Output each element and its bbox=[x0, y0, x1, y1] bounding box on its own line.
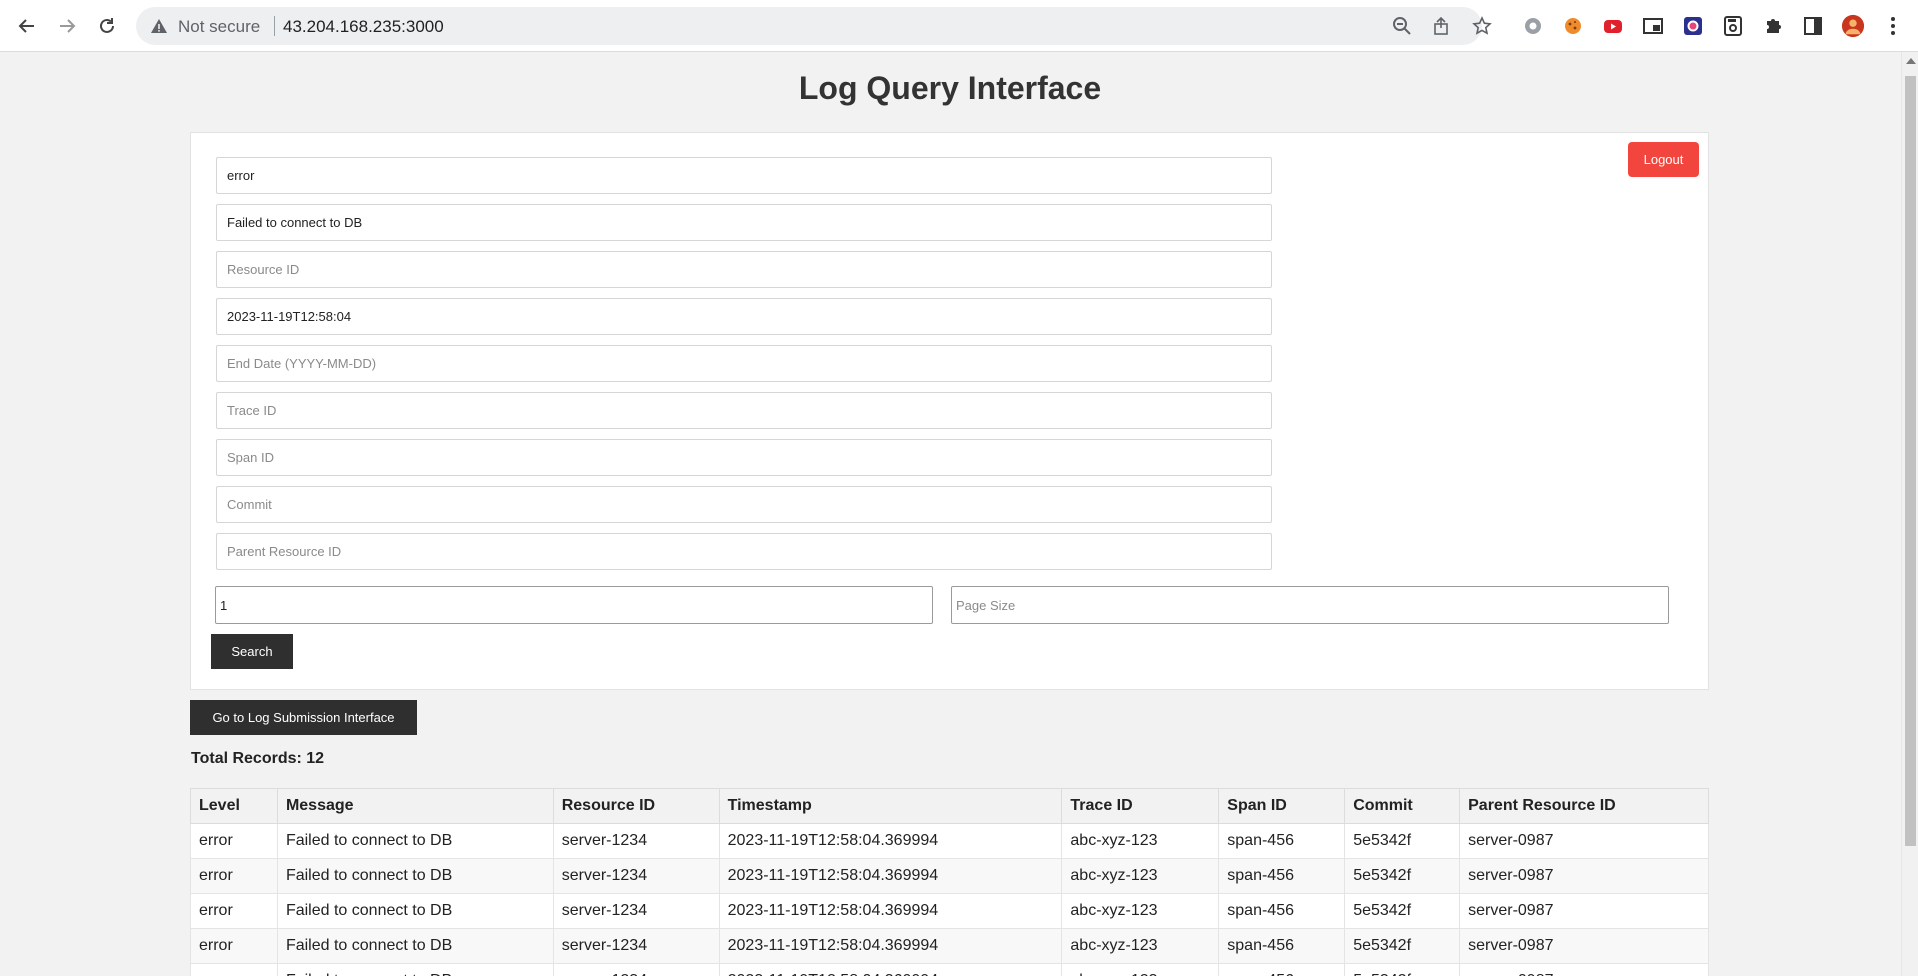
address-bar[interactable]: Not secure 43.204.168.235:3000 bbox=[136, 7, 1492, 45]
cell-commit: 5e5342f bbox=[1344, 928, 1461, 964]
logout-button[interactable]: Logout bbox=[1628, 142, 1699, 177]
cell-message: Failed to connect to DB bbox=[276, 963, 554, 976]
cell-parent-resource-id: server-0987 bbox=[1459, 963, 1709, 976]
side-panel-icon[interactable] bbox=[1801, 14, 1825, 38]
share-icon[interactable] bbox=[1432, 16, 1452, 36]
page-title: Log Query Interface bbox=[798, 70, 1102, 106]
cell-message: Failed to connect to DB bbox=[276, 893, 554, 929]
cell-trace-id: abc-xyz-123 bbox=[1061, 858, 1220, 894]
cell-commit: 5e5342f bbox=[1344, 858, 1461, 894]
address-separator bbox=[274, 16, 275, 36]
log-table: Level Message Resource ID Timestamp Trac… bbox=[190, 788, 1709, 976]
header-span-id: Span ID bbox=[1218, 788, 1346, 824]
gear-extension-icon[interactable] bbox=[1521, 14, 1545, 38]
cell-span-id: span-456 bbox=[1218, 963, 1346, 976]
table-row: error Failed to connect to DB server-123… bbox=[190, 928, 1709, 964]
cell-parent-resource-id: server-0987 bbox=[1459, 893, 1709, 929]
puzzle-extensions-icon[interactable] bbox=[1761, 14, 1785, 38]
cell-span-id: span-456 bbox=[1218, 893, 1346, 929]
resource-id-input[interactable] bbox=[216, 251, 1272, 288]
table-row: error Failed to connect to DB server-123… bbox=[190, 893, 1709, 929]
header-timestamp: Timestamp bbox=[718, 788, 1063, 824]
zoom-icon[interactable] bbox=[1392, 16, 1412, 36]
header-level: Level bbox=[190, 788, 278, 824]
picture-in-picture-icon[interactable] bbox=[1641, 14, 1665, 38]
cell-timestamp: 2023-11-19T12:58:04.369994 bbox=[718, 893, 1063, 929]
cell-timestamp: 2023-11-19T12:58:04.369994 bbox=[718, 823, 1063, 859]
cell-commit: 5e5342f bbox=[1344, 823, 1461, 859]
reload-icon[interactable] bbox=[94, 13, 120, 39]
header-resource-id: Resource ID bbox=[552, 788, 720, 824]
start-date-input[interactable] bbox=[216, 298, 1272, 335]
page-size-input[interactable] bbox=[951, 586, 1669, 624]
cell-span-id: span-456 bbox=[1218, 823, 1346, 859]
header-message: Message bbox=[276, 788, 554, 824]
cell-resource-id: server-1234 bbox=[552, 963, 720, 976]
cell-trace-id: abc-xyz-123 bbox=[1061, 963, 1220, 976]
search-button[interactable]: Search bbox=[211, 634, 293, 669]
cell-level: error bbox=[190, 858, 278, 894]
cell-trace-id: abc-xyz-123 bbox=[1061, 928, 1220, 964]
parent-resource-id-input[interactable] bbox=[216, 533, 1272, 570]
cell-parent-resource-id: server-0987 bbox=[1459, 928, 1709, 964]
cell-parent-resource-id: server-0987 bbox=[1459, 823, 1709, 859]
cookie-extension-icon[interactable] bbox=[1561, 14, 1585, 38]
back-icon[interactable] bbox=[14, 13, 40, 39]
forward-icon[interactable] bbox=[54, 13, 80, 39]
cell-timestamp: 2023-11-19T12:58:04.369994 bbox=[718, 928, 1063, 964]
cell-level: error bbox=[190, 963, 278, 976]
total-records: Total Records: 12 bbox=[191, 750, 325, 767]
table-row: error Failed to connect to DB server-123… bbox=[190, 963, 1709, 976]
message-input[interactable] bbox=[216, 204, 1272, 241]
youtube-extension-icon[interactable] bbox=[1601, 14, 1625, 38]
browser-toolbar: Not secure 43.204.168.235:3000 bbox=[0, 0, 1918, 52]
table-row: error Failed to connect to DB server-123… bbox=[190, 858, 1709, 894]
save-extension-icon[interactable] bbox=[1721, 14, 1745, 38]
cell-commit: 5e5342f bbox=[1344, 963, 1461, 976]
cell-message: Failed to connect to DB bbox=[276, 823, 554, 859]
cell-span-id: span-456 bbox=[1218, 858, 1346, 894]
warning-icon bbox=[151, 19, 167, 33]
cell-level: error bbox=[190, 823, 278, 859]
cell-trace-id: abc-xyz-123 bbox=[1061, 823, 1220, 859]
cell-parent-resource-id: server-0987 bbox=[1459, 858, 1709, 894]
level-input[interactable] bbox=[216, 157, 1272, 194]
header-trace-id: Trace ID bbox=[1061, 788, 1220, 824]
star-icon[interactable] bbox=[1472, 16, 1492, 36]
cell-level: error bbox=[190, 893, 278, 929]
url-text[interactable]: 43.204.168.235:3000 bbox=[283, 17, 444, 37]
cell-commit: 5e5342f bbox=[1344, 893, 1461, 929]
commit-input[interactable] bbox=[216, 486, 1272, 523]
cell-level: error bbox=[190, 928, 278, 964]
cell-resource-id: server-1234 bbox=[552, 858, 720, 894]
cell-timestamp: 2023-11-19T12:58:04.369994 bbox=[718, 963, 1063, 976]
profile-avatar[interactable] bbox=[1841, 14, 1865, 38]
trace-id-input[interactable] bbox=[216, 392, 1272, 429]
cell-timestamp: 2023-11-19T12:58:04.369994 bbox=[718, 858, 1063, 894]
header-parent-resource-id: Parent Resource ID bbox=[1459, 788, 1709, 824]
scrollbar-thumb[interactable] bbox=[1905, 76, 1916, 846]
page-number-input[interactable] bbox=[215, 586, 933, 624]
goto-log-submission-button[interactable]: Go to Log Submission Interface bbox=[190, 700, 417, 735]
cell-resource-id: server-1234 bbox=[552, 928, 720, 964]
table-row: error Failed to connect to DB server-123… bbox=[190, 823, 1709, 859]
color-picker-extension-icon[interactable] bbox=[1681, 14, 1705, 38]
menu-icon[interactable] bbox=[1881, 14, 1905, 38]
cell-resource-id: server-1234 bbox=[552, 823, 720, 859]
cell-message: Failed to connect to DB bbox=[276, 928, 554, 964]
header-commit: Commit bbox=[1344, 788, 1461, 824]
cell-trace-id: abc-xyz-123 bbox=[1061, 893, 1220, 929]
cell-resource-id: server-1234 bbox=[552, 893, 720, 929]
table-header-row: Level Message Resource ID Timestamp Trac… bbox=[190, 788, 1709, 824]
scroll-up-arrow-icon[interactable] bbox=[1906, 58, 1916, 64]
span-id-input[interactable] bbox=[216, 439, 1272, 476]
not-secure-label: Not secure bbox=[178, 17, 261, 36]
end-date-input[interactable] bbox=[216, 345, 1272, 382]
page-scrollbar[interactable] bbox=[1901, 52, 1918, 976]
cell-span-id: span-456 bbox=[1218, 928, 1346, 964]
cell-message: Failed to connect to DB bbox=[276, 858, 554, 894]
